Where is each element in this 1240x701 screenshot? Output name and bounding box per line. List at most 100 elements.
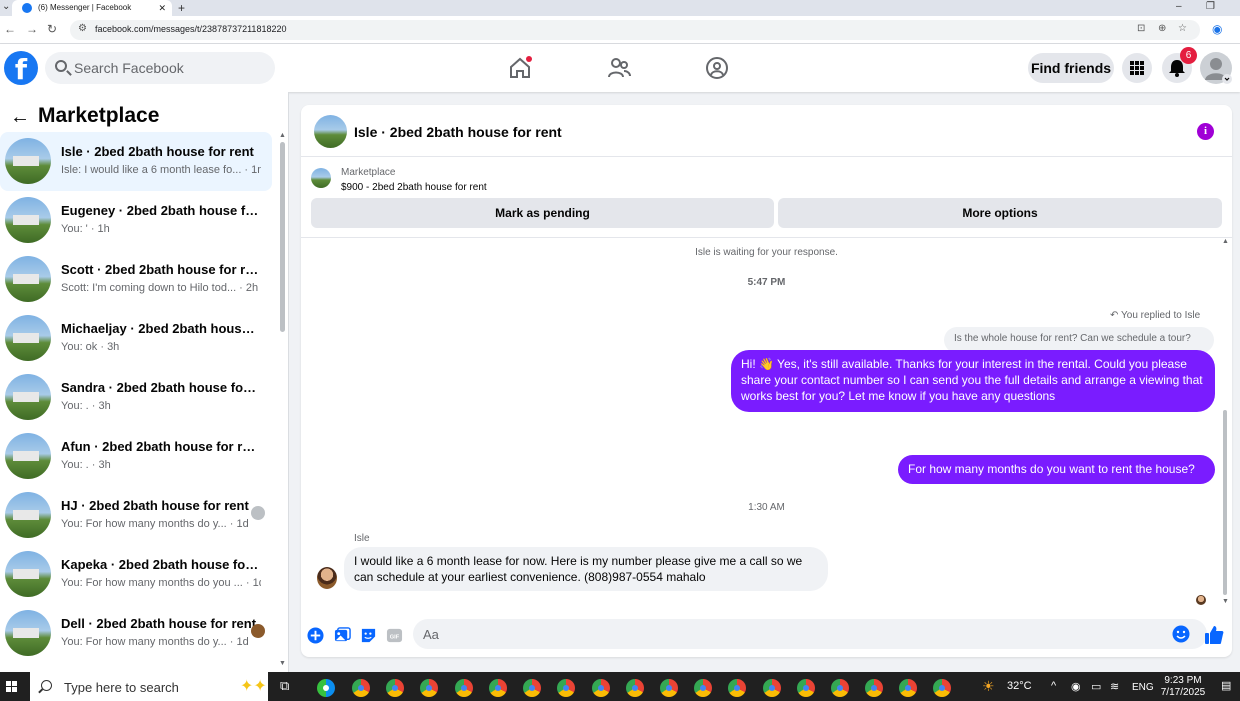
emoji-icon[interactable] (1172, 625, 1190, 643)
menu-grid-button[interactable] (1122, 53, 1152, 83)
conversation-name: Michaeljay · 2bed 2bath house f... (61, 321, 261, 336)
groups-icon[interactable] (705, 56, 729, 80)
chrome-app-icon[interactable] (831, 679, 849, 697)
chrome-app-icon[interactable] (420, 679, 438, 697)
chrome-app-icon[interactable] (455, 679, 473, 697)
task-view-icon[interactable]: ⧉ (280, 678, 289, 694)
plus-circle-icon[interactable] (307, 627, 324, 644)
address-url[interactable]: facebook.com/messages/t/2387873721181822… (95, 24, 286, 34)
battery-icon[interactable]: ▭ (1091, 680, 1101, 693)
windows-start-icon[interactable] (6, 681, 18, 693)
conversation-item[interactable]: Afun · 2bed 2bath house for rent You: . ·… (0, 427, 272, 486)
sparkle-icon[interactable]: ✦✦ (240, 676, 267, 696)
search-input[interactable] (74, 52, 264, 84)
back-arrow-icon[interactable]: ← (4, 22, 16, 36)
home-icon[interactable] (508, 56, 532, 80)
sticker-icon[interactable] (360, 627, 377, 644)
wifi-icon[interactable]: ≋ (1110, 680, 1119, 693)
more-options-button[interactable]: More options (778, 198, 1222, 228)
chrome-app-icon[interactable] (592, 679, 610, 697)
conversation-preview: You: . · 3h (61, 459, 111, 471)
tray-chevron-icon[interactable]: ^ (1051, 680, 1056, 692)
weather-temp[interactable]: 32°C (1007, 680, 1032, 692)
conversation-item[interactable]: Eugeney · 2bed 2bath house for ... You: '… (0, 191, 272, 250)
language-indicator[interactable]: ENG (1132, 682, 1154, 693)
site-info-icon[interactable]: ⚙ (78, 23, 87, 34)
conversation-item[interactable]: Sandra · 2bed 2bath house for re... You: … (0, 368, 272, 427)
chrome-app-icon[interactable] (523, 679, 541, 697)
reload-icon[interactable]: ↻ (47, 22, 57, 36)
listing-thumbnail[interactable] (311, 168, 331, 188)
scroll-down-icon[interactable]: ▼ (279, 660, 286, 667)
forward-arrow-icon[interactable]: → (26, 22, 38, 36)
minimize-icon[interactable]: – (1176, 0, 1182, 14)
sidebar-scrollbar[interactable] (280, 142, 285, 332)
chrome-app-icon[interactable] (694, 679, 712, 697)
weather-icon[interactable]: ☀ (982, 678, 995, 695)
restore-icon[interactable]: ❐ (1206, 0, 1215, 14)
app-icon-center (563, 685, 569, 691)
install-app-icon[interactable]: ⊡ (1137, 23, 1145, 34)
account-avatar[interactable] (1200, 52, 1232, 84)
message-input-box[interactable] (413, 619, 1207, 649)
message-input[interactable] (423, 619, 1163, 649)
scroll-up-icon[interactable]: ▲ (1222, 238, 1229, 245)
conversation-avatar (5, 256, 51, 302)
chrome-app-icon[interactable] (386, 679, 404, 697)
scroll-up-icon[interactable]: ▲ (279, 132, 286, 139)
incoming-message[interactable]: I would like a 6 month lease for now. He… (344, 547, 828, 591)
chrome-app-icon[interactable] (352, 679, 370, 697)
conversation-name: Kapeka · 2bed 2bath house for r... (61, 557, 261, 572)
conversation-preview: You: For how many months do y... · 1d (61, 518, 249, 530)
info-icon[interactable]: i (1197, 123, 1214, 140)
back-arrow-icon[interactable]: ← (10, 106, 30, 129)
chrome-app-icon[interactable] (865, 679, 883, 697)
tab-close-icon[interactable]: ✕ (158, 0, 166, 16)
address-bar[interactable]: ⚙ facebook.com/messages/t/23878737211818… (70, 20, 1200, 40)
divider (301, 237, 1232, 238)
chrome-app-icon[interactable] (489, 679, 507, 697)
chrome-app-icon[interactable] (660, 679, 678, 697)
record-icon[interactable]: ◉ (1071, 680, 1081, 693)
conversation-item[interactable]: HJ · 2bed 2bath house for rent You: For h… (0, 486, 272, 545)
conversation-item[interactable]: Isle · 2bed 2bath house for rent Isle: I … (0, 132, 272, 191)
browser-tab[interactable]: (6) Messenger | Facebook ✕ (12, 0, 172, 16)
search-box[interactable] (45, 52, 275, 84)
profile-icon[interactable]: ◉ (1212, 22, 1222, 36)
taskbar-clock[interactable]: 9:23 PM 7/17/2025 (1158, 675, 1208, 699)
browser-toolbar: ← → ↻ ⚙ facebook.com/messages/t/23878737… (0, 16, 1240, 44)
conversation-item[interactable]: Kapeka · 2bed 2bath house for r... You: F… (0, 545, 272, 604)
chrome-app-icon[interactable] (933, 679, 951, 697)
chrome-app-icon[interactable] (626, 679, 644, 697)
chrome-app-icon[interactable] (797, 679, 815, 697)
outgoing-message[interactable]: Hi! 👋 Yes, it's still available. Thanks … (731, 350, 1215, 412)
chrome-app-icon[interactable] (763, 679, 781, 697)
tab-list-chevron-icon[interactable]: ⌄ (2, 0, 10, 14)
gif-icon[interactable]: GIF (386, 627, 403, 644)
chat-avatar[interactable] (314, 115, 347, 148)
chrome-app-icon[interactable] (557, 679, 575, 697)
edge-app-icon[interactable] (317, 679, 335, 697)
mark-as-pending-button[interactable]: Mark as pending (311, 198, 774, 228)
facebook-logo-icon[interactable]: f (4, 51, 38, 85)
new-tab-button[interactable]: + (178, 0, 185, 16)
chrome-app-icon[interactable] (728, 679, 746, 697)
listing-price-title[interactable]: $900 - 2bed 2bath house for rent (341, 182, 487, 193)
friends-icon[interactable] (607, 56, 631, 80)
scroll-down-icon[interactable]: ▼ (1222, 598, 1229, 605)
chat-scrollbar[interactable] (1223, 410, 1227, 595)
find-friends-button[interactable]: Find friends (1028, 53, 1114, 83)
sender-avatar[interactable] (317, 567, 337, 589)
photo-icon[interactable] (334, 627, 351, 644)
chat-title[interactable]: Isle · 2bed 2bath house for rent (354, 124, 562, 140)
conversation-item[interactable]: Scott · 2bed 2bath house for rent Scott: … (0, 250, 272, 309)
chrome-app-icon[interactable] (899, 679, 917, 697)
notification-center-icon[interactable]: ▤ (1221, 679, 1231, 692)
outgoing-message[interactable]: For how many months do you want to rent … (898, 455, 1215, 484)
zoom-icon[interactable]: ⊕ (1158, 23, 1166, 34)
conversation-item[interactable]: Michaeljay · 2bed 2bath house f... You: o… (0, 309, 272, 368)
conversation-item[interactable]: Dell · 2bed 2bath house for rent You: For… (0, 604, 272, 663)
thumbs-up-icon[interactable] (1204, 625, 1224, 645)
bookmark-star-icon[interactable]: ☆ (1178, 23, 1187, 34)
taskbar-search-box[interactable]: Type here to search ✦✦ (30, 672, 268, 701)
